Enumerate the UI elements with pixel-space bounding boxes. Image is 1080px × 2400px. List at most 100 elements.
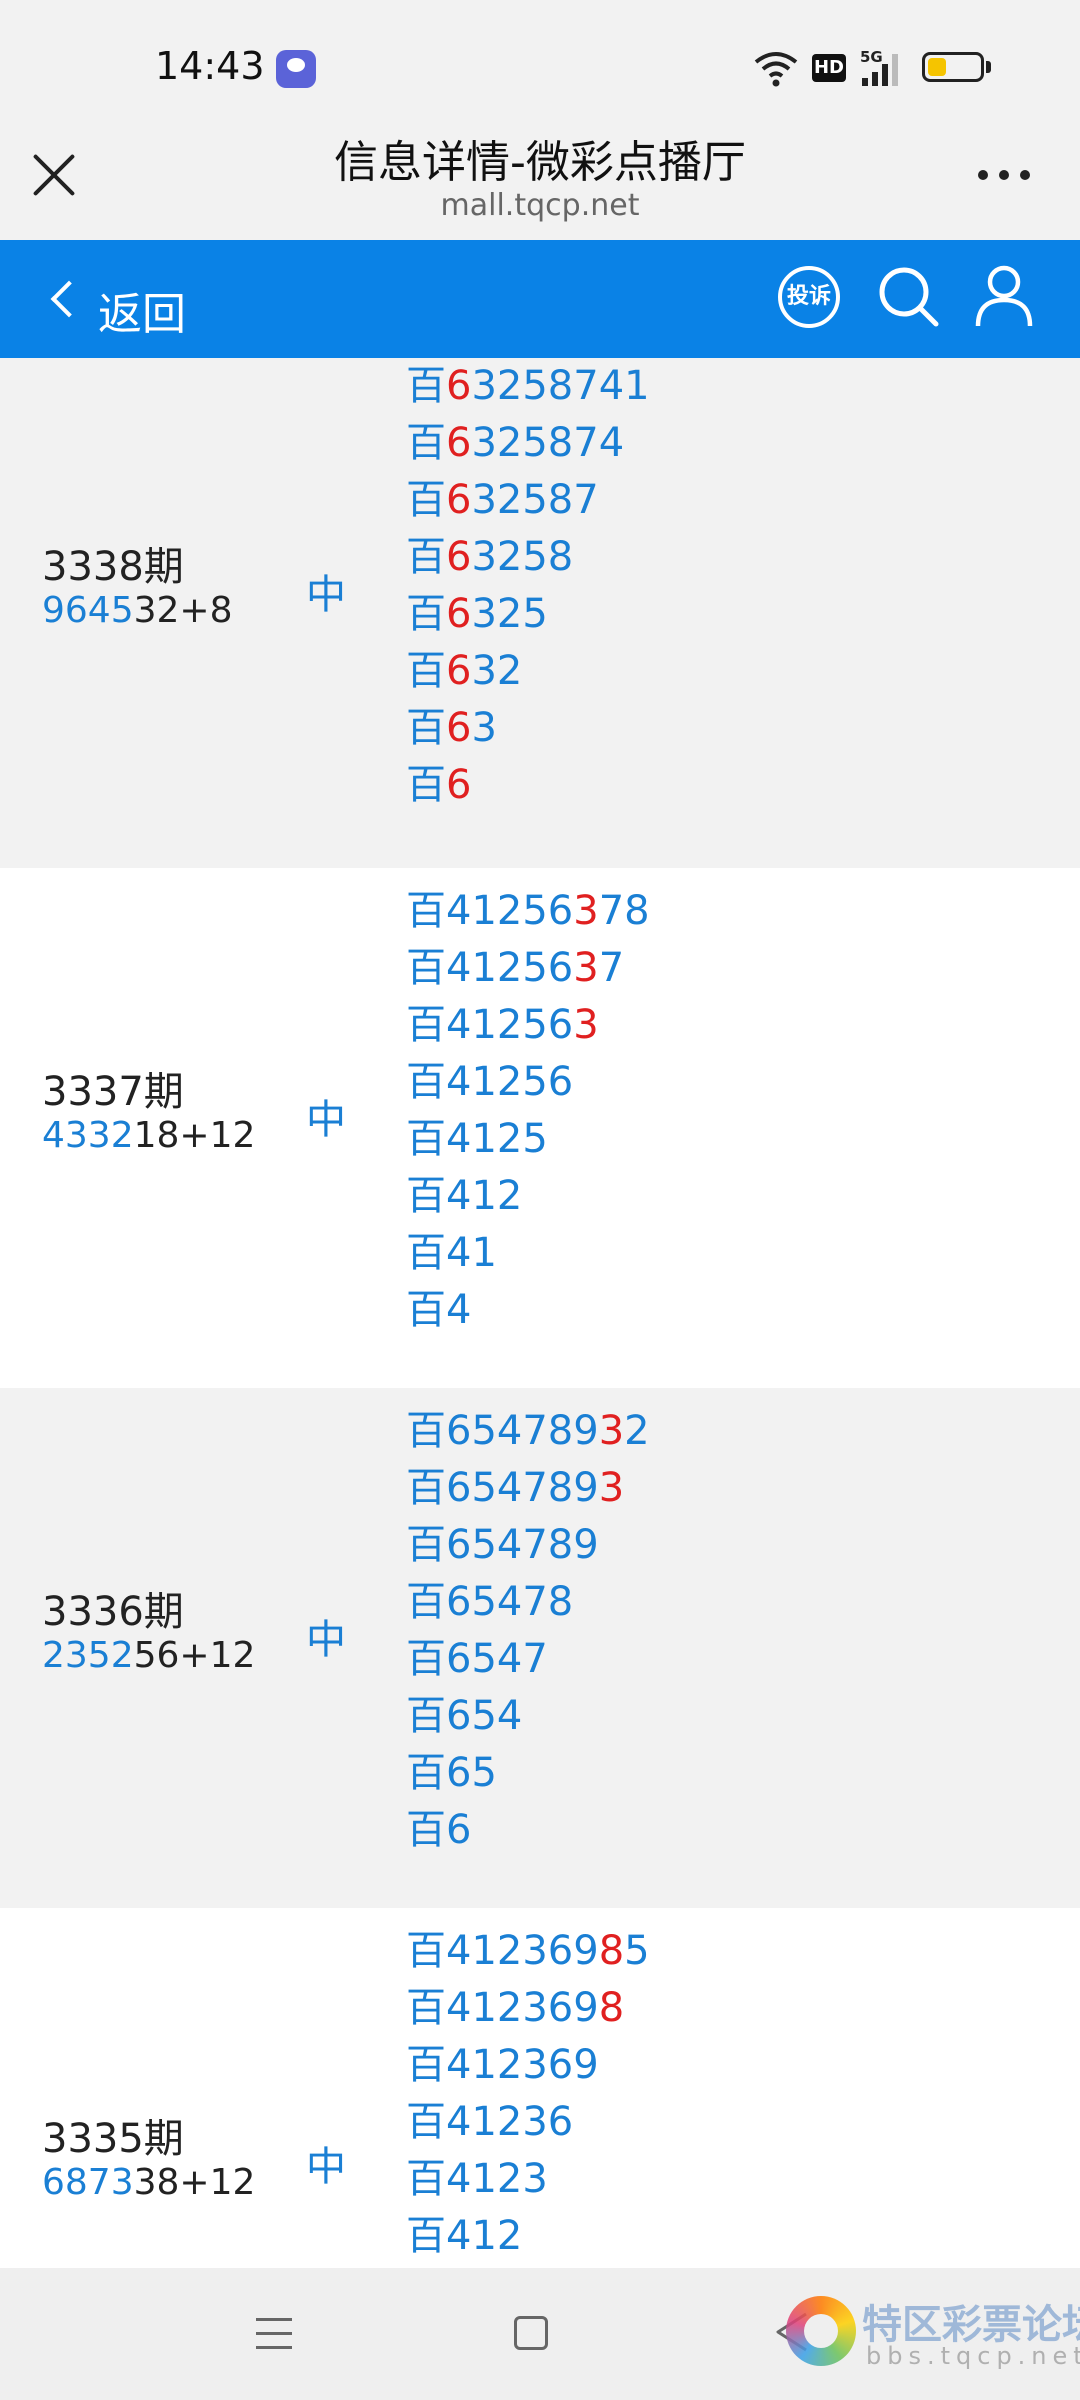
hd-voice-icon: HD <box>812 54 846 82</box>
status-time: 14:43 <box>155 44 265 88</box>
system-nav-bar: 特区彩票论坛 bbs.tqcp.net <box>0 2268 1080 2400</box>
pick-item: 百41236985 <box>406 1923 650 1980</box>
period-label: 3337期 <box>42 1069 184 1115</box>
result-row: 3338期 964532+8 中百63258741 百6325874 百632587 百6… <box>0 358 1080 868</box>
draw-highlight: 6873 <box>42 2162 134 2203</box>
pick-pre: 6547 <box>446 1636 548 1682</box>
pick-prefix: 百 <box>406 1579 446 1625</box>
pick-red: 8 <box>598 1928 625 1974</box>
pick-prefix: 百 <box>406 477 446 523</box>
pick-post: 325874 <box>471 420 625 466</box>
pick-pre: 412369 <box>446 1928 599 1974</box>
pick-post: 78 <box>598 888 650 934</box>
pick-item: 百65478 <box>406 1574 650 1631</box>
back-label: 返回 <box>98 289 186 340</box>
pick-red: 3 <box>573 945 599 991</box>
forum-watermark: 特区彩票论坛 bbs.tqcp.net <box>786 2286 1080 2386</box>
battery-icon <box>922 52 984 82</box>
pick-item: 百41236 <box>406 2094 650 2151</box>
pick-item: 百4125 <box>406 1111 650 1168</box>
pick-item: 百4 <box>406 1282 650 1339</box>
pick-post: 2 <box>624 1408 650 1454</box>
pick-prefix: 百 <box>406 1985 446 2031</box>
pick-item: 百6325874 <box>406 415 650 472</box>
draw-highlight: 4332 <box>42 1115 134 1156</box>
pick-pre: 654 <box>446 1693 523 1739</box>
search-icon[interactable] <box>876 264 940 328</box>
pick-post: 325 <box>471 591 548 637</box>
draw-result: 964532+8 <box>42 590 233 631</box>
pick-item: 百63258741 <box>406 358 650 415</box>
home-icon[interactable] <box>514 2316 548 2350</box>
pick-red: 3 <box>598 1465 625 1511</box>
pick-prefix: 百 <box>406 705 446 751</box>
pick-prefix: 百 <box>406 363 446 409</box>
pick-prefix: 百 <box>406 648 446 694</box>
pick-pre: 41256 <box>446 945 574 991</box>
draw-rest: 32+8 <box>133 590 233 631</box>
pick-prefix: 百 <box>406 1750 446 1796</box>
pick-prefix: 百 <box>406 945 446 991</box>
pick-prefix: 百 <box>406 1522 446 1568</box>
pick-post: 32587 <box>471 477 599 523</box>
pick-item: 百654 <box>406 1688 650 1745</box>
pick-item: 百4123698 <box>406 1980 650 2037</box>
pick-prefix: 百 <box>406 1173 446 1219</box>
pick-post: 3258 <box>471 534 574 580</box>
pick-pre: 654789 <box>446 1465 599 1511</box>
pick-red: 6 <box>446 363 472 409</box>
pick-prefix: 百 <box>406 1002 446 1048</box>
pick-pre: 654789 <box>446 1408 599 1454</box>
complain-button[interactable]: 投诉 <box>778 266 840 328</box>
pick-item: 百6547 <box>406 1631 650 1688</box>
hit-status: 中 <box>306 572 346 618</box>
pick-prefix: 百 <box>406 420 446 466</box>
recent-apps-icon[interactable] <box>256 2314 292 2354</box>
pick-item: 百6 <box>406 1802 650 1859</box>
battery-cap <box>986 61 991 73</box>
user-icon[interactable] <box>974 264 1034 328</box>
pick-pre: 41256 <box>446 888 574 934</box>
pick-list: 百41256378 百4125637 百412563 百41256 百4125 百412 百… <box>406 883 650 1339</box>
draw-highlight: 2352 <box>42 1635 134 1676</box>
draw-result: 235256+12 <box>42 1635 255 1676</box>
pick-prefix: 百 <box>406 1059 446 1105</box>
wifi-icon <box>754 52 798 87</box>
pick-red: 6 <box>446 420 472 466</box>
period-label: 3338期 <box>42 544 184 590</box>
pick-red: 6 <box>446 477 472 523</box>
battery-level <box>928 58 946 76</box>
pick-red: 6 <box>446 762 472 808</box>
pick-prefix: 百 <box>406 1287 446 1333</box>
pick-item: 百6 <box>406 757 650 814</box>
pick-pre: 6 <box>446 1807 472 1853</box>
signal-icon: 5G <box>860 48 898 86</box>
pick-item: 百41256 <box>406 1054 650 1111</box>
pick-pre: 412 <box>446 1173 523 1219</box>
pick-item: 百412563 <box>406 997 650 1054</box>
draw-rest: 38+12 <box>133 2162 256 2203</box>
pick-prefix: 百 <box>406 591 446 637</box>
hit-status: 中 <box>306 1097 346 1143</box>
more-options-icon[interactable] <box>978 170 1030 182</box>
result-row: 3337期 433218+12 中百41256378 百4125637 百412563 百… <box>0 868 1080 1388</box>
pick-pre: 41256 <box>446 1002 574 1048</box>
pick-pre: 41236 <box>446 2099 574 2145</box>
pick-item: 百412 <box>406 2208 650 2265</box>
pick-item: 百654789 <box>406 1517 650 1574</box>
pick-prefix: 百 <box>406 888 446 934</box>
result-list: 3338期 964532+8 中百63258741 百6325874 百632587 百6… <box>0 358 1080 2268</box>
forum-logo <box>786 2296 856 2366</box>
pick-item: 百63258 <box>406 529 650 586</box>
pick-item: 百65 <box>406 1745 650 1802</box>
period-label: 3335期 <box>42 2116 184 2162</box>
draw-result: 687338+12 <box>42 2162 255 2203</box>
pick-red: 3 <box>573 1002 599 1048</box>
pick-prefix: 百 <box>406 1465 446 1511</box>
pick-item: 百41 <box>406 1225 650 1282</box>
pick-red: 6 <box>446 705 472 751</box>
baidu-app-icon <box>276 50 316 88</box>
pick-item: 百412 <box>406 1168 650 1225</box>
pick-prefix: 百 <box>406 1230 446 1276</box>
pick-pre: 412 <box>446 2213 523 2259</box>
